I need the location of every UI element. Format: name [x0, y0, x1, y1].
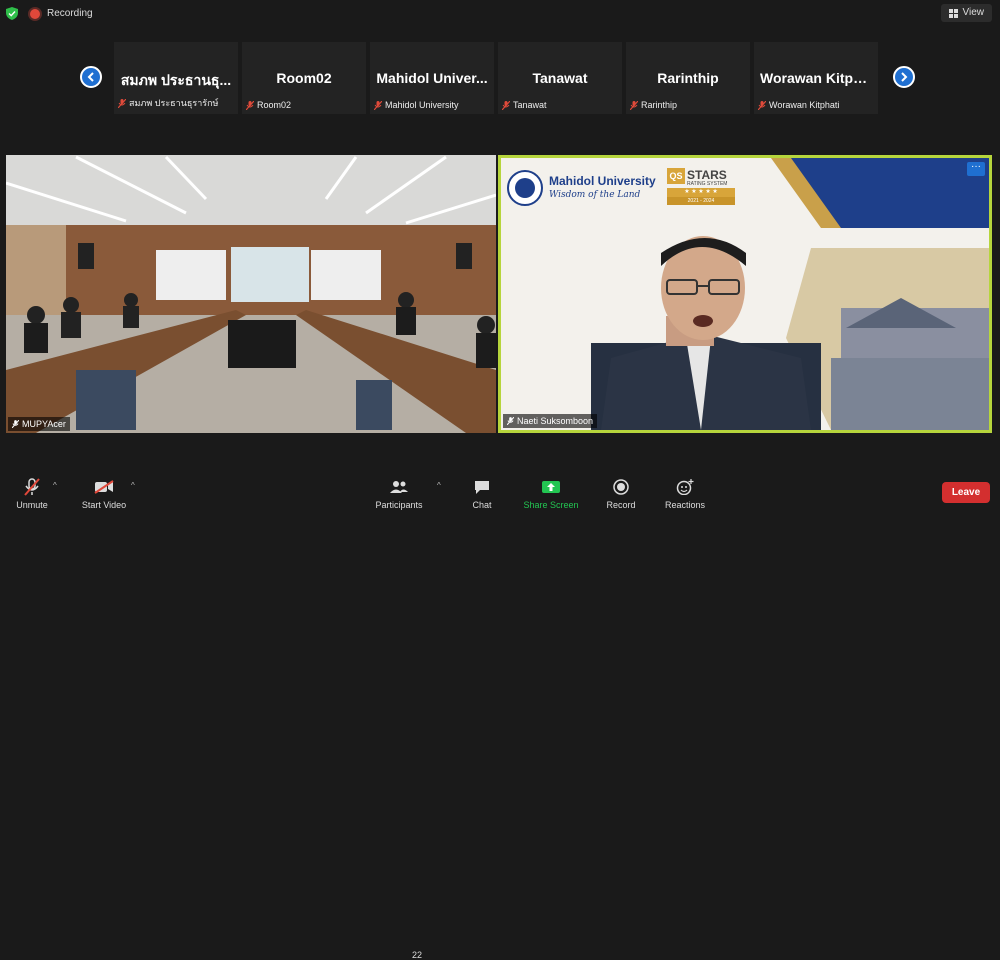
- participant-tile-footer-name: สมภพ ประธานธุรารักษ์: [129, 98, 219, 108]
- unmute-button[interactable]: Unmute: [14, 478, 50, 510]
- participant-tile-footer-name: Tanawat: [513, 100, 547, 110]
- share-screen-button[interactable]: Share Screen: [520, 478, 582, 510]
- slide-motto: Wisdom of the Land: [549, 190, 641, 200]
- view-button[interactable]: View: [940, 4, 992, 22]
- participant-tile-footer: Tanawat: [502, 100, 547, 110]
- muted-mic-icon: [507, 417, 514, 425]
- participant-tile[interactable]: Worawan Kitph... Worawan Kitphati: [754, 42, 878, 114]
- participants-options-caret-icon[interactable]: ^: [437, 481, 441, 490]
- stars-subtitle: RATING SYSTEM: [687, 181, 728, 187]
- participants-count-badge: 22: [412, 950, 423, 960]
- participant-tile-footer: Room02: [246, 100, 291, 110]
- video-name-label: MUPYAcer: [8, 417, 70, 431]
- chevron-right-icon: [901, 72, 908, 82]
- share-screen-icon: [542, 481, 560, 493]
- video-tile-conference-room[interactable]: MUPYAcer: [6, 155, 496, 433]
- chat-icon: [475, 480, 489, 494]
- participant-tile-footer: Worawan Kitphati: [758, 100, 839, 110]
- participant-tile-footer-name: Worawan Kitphati: [769, 100, 840, 110]
- participant-tile-footer: Mahidol University: [374, 100, 459, 110]
- slide-university-name: Mahidol University: [549, 174, 656, 188]
- gallery-prev-button[interactable]: [80, 66, 102, 88]
- participant-tile-name: Worawan Kitph...: [760, 70, 874, 86]
- participant-tile-name: Tanawat: [532, 70, 588, 86]
- video-more-options-button[interactable]: ···: [967, 162, 985, 176]
- recording-label: Recording: [47, 8, 93, 19]
- participant-tile-name: Room02: [276, 70, 332, 86]
- muted-mic-icon: [246, 100, 254, 110]
- video-options-caret-icon[interactable]: ^: [131, 481, 135, 490]
- qs-badge-logo: QS: [667, 168, 685, 184]
- recording-indicator-icon[interactable]: [30, 9, 40, 19]
- video-name-label: Naeti Suksomboon: [503, 414, 598, 428]
- reactions-button[interactable]: Reactions: [662, 478, 708, 510]
- reactions-smiley-icon: [676, 479, 694, 495]
- participant-tile-footer-name: Rarinthip: [641, 100, 678, 110]
- stars-title: STARS: [687, 168, 727, 182]
- meeting-toolbar: Unmute ^ Start Video ^ Participants 22 ^…: [0, 470, 1000, 960]
- view-button-label: View: [962, 7, 985, 18]
- video-name-text: MUPYAcer: [22, 419, 66, 429]
- stars-rating-row: ★ ★ ★ ★ ★: [667, 188, 735, 197]
- chat-button[interactable]: Chat: [468, 478, 496, 510]
- unmute-label: Unmute: [16, 500, 48, 510]
- participants-icon: [390, 481, 408, 493]
- record-button[interactable]: Record: [604, 478, 638, 510]
- video-tile-active-speaker[interactable]: Mahidol University Wisdom of the Land QS…: [498, 155, 992, 433]
- reactions-label: Reactions: [664, 500, 706, 510]
- top-bar: Recording View: [0, 0, 1000, 28]
- participant-tile[interactable]: Tanawat Tanawat: [498, 42, 622, 114]
- participant-tile-name: Rarinthip: [657, 70, 719, 86]
- start-video-label: Start Video: [81, 500, 127, 510]
- qs-stars-badge: QS STARS RATING SYSTEM ★ ★ ★ ★ ★ 2021 - …: [667, 168, 735, 206]
- record-label: Record: [606, 500, 636, 510]
- participant-tile[interactable]: Room02 Room02: [242, 42, 366, 114]
- participant-tile-name: Mahidol Univer...: [376, 70, 488, 86]
- muted-mic-icon: [630, 100, 638, 110]
- security-shield-icon[interactable]: [6, 7, 18, 20]
- participant-tile-footer-name: Room02: [257, 100, 292, 110]
- muted-mic-icon: [758, 100, 766, 110]
- grid-view-icon: [948, 8, 958, 18]
- chevron-left-icon: [87, 72, 94, 82]
- participant-tile-footer: สมภพ ประธานธุรารักษ์: [118, 96, 218, 110]
- audio-options-caret-icon[interactable]: ^: [53, 481, 57, 490]
- participant-tile[interactable]: สมภพ ประธานธุ... สมภพ ประธานธุรารักษ์: [114, 42, 238, 114]
- participant-tile[interactable]: Mahidol Univer... Mahidol University: [370, 42, 494, 114]
- muted-mic-icon: [12, 420, 19, 428]
- participant-tile-footer: Rarinthip: [630, 100, 677, 110]
- video-name-text: Naeti Suksomboon: [517, 416, 594, 426]
- start-video-button[interactable]: Start Video: [78, 478, 130, 510]
- chat-label: Chat: [472, 500, 492, 510]
- muted-mic-icon: [374, 100, 382, 110]
- gallery-next-button[interactable]: [893, 66, 915, 88]
- share-screen-label: Share Screen: [523, 500, 579, 510]
- participant-tile[interactable]: Rarinthip Rarinthip: [626, 42, 750, 114]
- record-icon: [613, 479, 629, 495]
- stars-years: 2021 - 2024: [667, 197, 735, 205]
- ellipsis-icon: ···: [971, 161, 981, 172]
- muted-mic-icon: [118, 98, 126, 108]
- conference-room-video: [6, 155, 496, 433]
- muted-mic-icon: [502, 100, 510, 110]
- leave-button[interactable]: Leave: [942, 482, 990, 503]
- participant-tile-footer-name: Mahidol University: [385, 100, 459, 110]
- muted-mic-icon: [24, 478, 40, 496]
- participants-button[interactable]: Participants: [372, 478, 426, 510]
- participant-tile-name: สมภพ ประธานธุ...: [120, 72, 232, 88]
- video-off-icon: [94, 480, 114, 494]
- participants-label: Participants: [375, 500, 423, 510]
